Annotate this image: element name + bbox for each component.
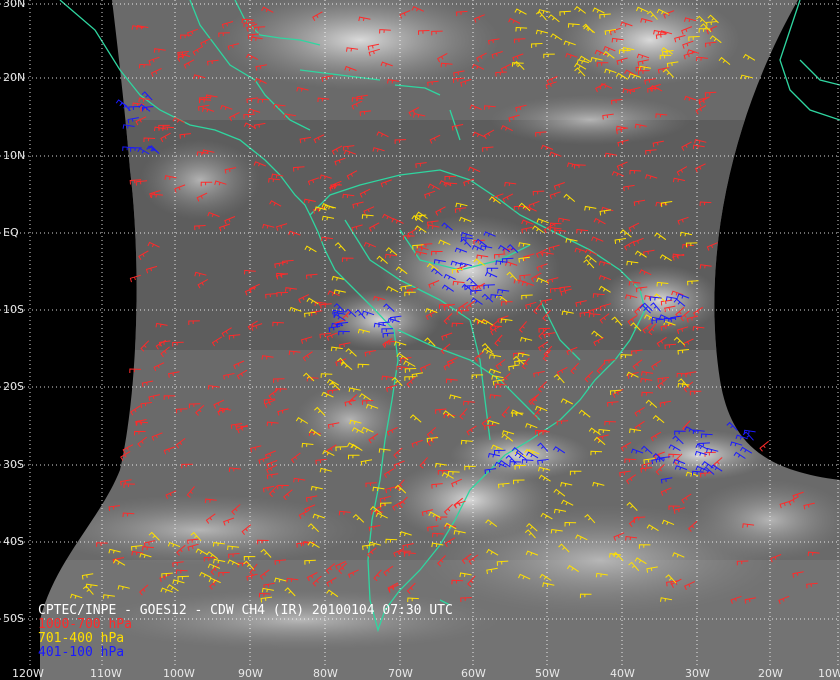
longitude-label: 80W — [313, 667, 338, 680]
map-canvas — [0, 0, 840, 680]
latitude-label: EQ — [3, 226, 19, 239]
latitude-label: 50S — [3, 612, 24, 625]
legend-low-level: 1000-700 hPa — [38, 617, 132, 632]
legend-high-level: 401-100 hPa — [38, 645, 125, 660]
longitude-label: 60W — [461, 667, 486, 680]
longitude-label: 20W — [758, 667, 783, 680]
latitude-label: 30S — [3, 458, 24, 471]
latitude-label: 20N — [3, 71, 26, 84]
wind-barb — [759, 440, 769, 452]
latitude-label: 10N — [3, 149, 26, 162]
latitude-label: 40S — [3, 535, 24, 548]
longitude-label: 40W — [610, 667, 635, 680]
map-caption: CPTEC/INPE - GOES12 - CDW CH4 (IR) 20100… — [38, 604, 453, 660]
longitude-label: 100W — [163, 667, 195, 680]
longitude-label: 120W — [12, 667, 44, 680]
longitude-label: 30W — [685, 667, 710, 680]
satellite-wind-map: 30N 20N 10N EQ 10S 20S 30S 40S 50S 120W 110W 100W 9… — [0, 0, 840, 680]
longitude-label: 90W — [238, 667, 263, 680]
longitude-label: 50W — [535, 667, 560, 680]
latitude-label: 20S — [3, 380, 24, 393]
product-caption: CPTEC/INPE - GOES12 - CDW CH4 (IR) 20100… — [38, 603, 453, 618]
latitude-label: 30N — [3, 0, 26, 10]
latitude-label: 10S — [3, 303, 24, 316]
longitude-label: 10W — [818, 667, 840, 680]
legend-mid-level: 701-400 hPa — [38, 631, 125, 646]
longitude-label: 70W — [388, 667, 413, 680]
longitude-label: 110W — [90, 667, 122, 680]
